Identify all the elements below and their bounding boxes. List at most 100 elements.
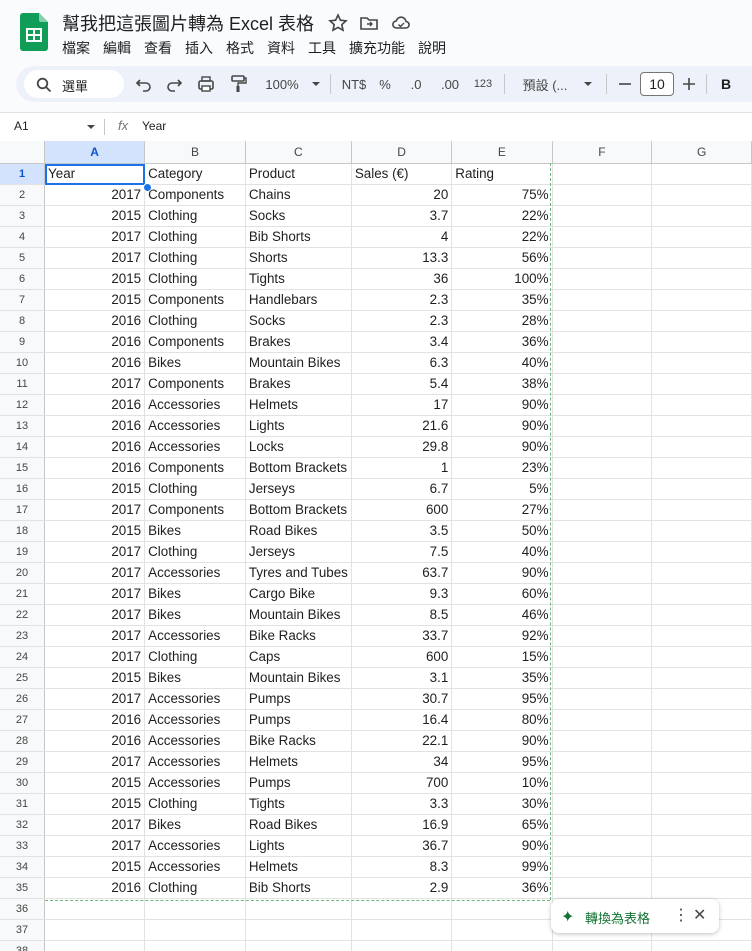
cell[interactable]: Bikes [144, 583, 246, 605]
row-header[interactable]: 2 [0, 184, 46, 206]
decrease-decimal-button[interactable]: .0 [404, 72, 428, 96]
row-header[interactable]: 13 [0, 415, 46, 437]
cell[interactable]: 2015 [44, 205, 146, 227]
cell[interactable] [651, 226, 752, 248]
font-size-increase-icon[interactable] [680, 72, 698, 96]
row-header[interactable]: 18 [0, 520, 46, 542]
cell[interactable]: Bottom Brackets [245, 499, 352, 521]
row-header[interactable]: 35 [0, 877, 46, 899]
row-header[interactable]: 33 [0, 835, 46, 857]
cell[interactable]: 2017 [44, 751, 146, 773]
cell[interactable] [552, 520, 653, 542]
cell[interactable] [552, 184, 653, 206]
cell[interactable] [651, 520, 752, 542]
select-all-corner[interactable] [0, 141, 46, 164]
cell[interactable] [552, 583, 653, 605]
cell[interactable]: 65% [451, 814, 553, 836]
cell[interactable] [651, 205, 752, 227]
cell[interactable] [651, 499, 752, 521]
cell[interactable]: Tyres and Tubes [245, 562, 352, 584]
cell[interactable]: Pumps [245, 688, 352, 710]
cell[interactable] [144, 940, 246, 951]
row-header[interactable]: 1 [0, 163, 46, 185]
cell[interactable]: Accessories [144, 688, 246, 710]
cell[interactable]: 2017 [44, 562, 146, 584]
cell[interactable]: Cargo Bike [245, 583, 352, 605]
menu-edit[interactable]: 編輯 [103, 38, 131, 58]
cell[interactable] [451, 898, 553, 920]
cell[interactable] [44, 898, 146, 920]
cell[interactable] [651, 604, 752, 626]
cell[interactable]: 75% [451, 184, 553, 206]
row-header[interactable]: 12 [0, 394, 46, 416]
cell[interactable] [651, 793, 752, 815]
cell[interactable]: Bikes [144, 604, 246, 626]
fill-handle[interactable] [143, 183, 152, 192]
cell[interactable] [552, 352, 653, 374]
cell[interactable]: 40% [451, 541, 553, 563]
row-header[interactable]: 26 [0, 688, 46, 710]
cell[interactable] [552, 562, 653, 584]
cell[interactable]: 2015 [44, 667, 146, 689]
column-header-b[interactable]: B [144, 141, 246, 164]
cell[interactable]: Accessories [144, 856, 246, 878]
cell[interactable]: 2017 [44, 583, 146, 605]
cell[interactable]: 92% [451, 625, 553, 647]
cell[interactable] [552, 814, 653, 836]
cell[interactable]: 2017 [44, 625, 146, 647]
row-header[interactable]: 17 [0, 499, 46, 521]
cell[interactable] [552, 688, 653, 710]
cell[interactable]: 23% [451, 457, 553, 479]
cell[interactable]: 6.3 [351, 352, 453, 374]
row-header[interactable]: 4 [0, 226, 46, 248]
cell[interactable]: 3.5 [351, 520, 453, 542]
cell[interactable] [245, 898, 352, 920]
cell[interactable]: 2017 [44, 247, 146, 269]
cell[interactable]: 9.3 [351, 583, 453, 605]
cell[interactable]: 2017 [44, 541, 146, 563]
cell[interactable]: 3.4 [351, 331, 453, 353]
cell[interactable]: 2017 [44, 835, 146, 857]
row-header[interactable]: 34 [0, 856, 46, 878]
cell[interactable]: 10% [451, 772, 553, 794]
cell[interactable]: 29.8 [351, 436, 453, 458]
row-header[interactable]: 8 [0, 310, 46, 332]
cell[interactable] [552, 394, 653, 416]
cell[interactable] [651, 415, 752, 437]
cell[interactable]: Handlebars [245, 289, 352, 311]
more-options-icon[interactable]: ⋮ [673, 905, 689, 925]
cell[interactable] [552, 709, 653, 731]
cell[interactable]: 36% [451, 877, 553, 899]
cell[interactable]: 2.3 [351, 289, 453, 311]
cell[interactable]: 63.7 [351, 562, 453, 584]
cell[interactable] [651, 646, 752, 668]
cell[interactable]: Components [144, 184, 246, 206]
menu-data[interactable]: 資料 [267, 38, 295, 58]
cell[interactable]: Pumps [245, 772, 352, 794]
cell[interactable]: Locks [245, 436, 352, 458]
cell[interactable] [245, 940, 352, 951]
cell[interactable] [552, 310, 653, 332]
cell[interactable]: 2017 [44, 604, 146, 626]
cell[interactable] [552, 625, 653, 647]
menu-insert[interactable]: 插入 [185, 38, 213, 58]
menu-tools[interactable]: 工具 [308, 38, 336, 58]
cell[interactable]: 36 [351, 268, 453, 290]
format-currency-button[interactable]: NT$ [338, 72, 370, 96]
font-size-decrease-icon[interactable] [616, 72, 634, 96]
cell[interactable]: 28% [451, 310, 553, 332]
cell[interactable]: Helmets [245, 856, 352, 878]
cell[interactable] [651, 289, 752, 311]
cell[interactable]: 600 [351, 646, 453, 668]
cell[interactable]: 6.7 [351, 478, 453, 500]
zoom-select[interactable]: 100% [260, 72, 304, 96]
cell[interactable] [651, 688, 752, 710]
cell[interactable]: 16.9 [351, 814, 453, 836]
cell[interactable]: 20 [351, 184, 453, 206]
cell[interactable]: 2015 [44, 772, 146, 794]
cell[interactable]: 3.7 [351, 205, 453, 227]
cell[interactable]: Brakes [245, 373, 352, 395]
cell[interactable]: Tights [245, 793, 352, 815]
menu-file[interactable]: 檔案 [62, 38, 90, 58]
cell[interactable] [552, 478, 653, 500]
